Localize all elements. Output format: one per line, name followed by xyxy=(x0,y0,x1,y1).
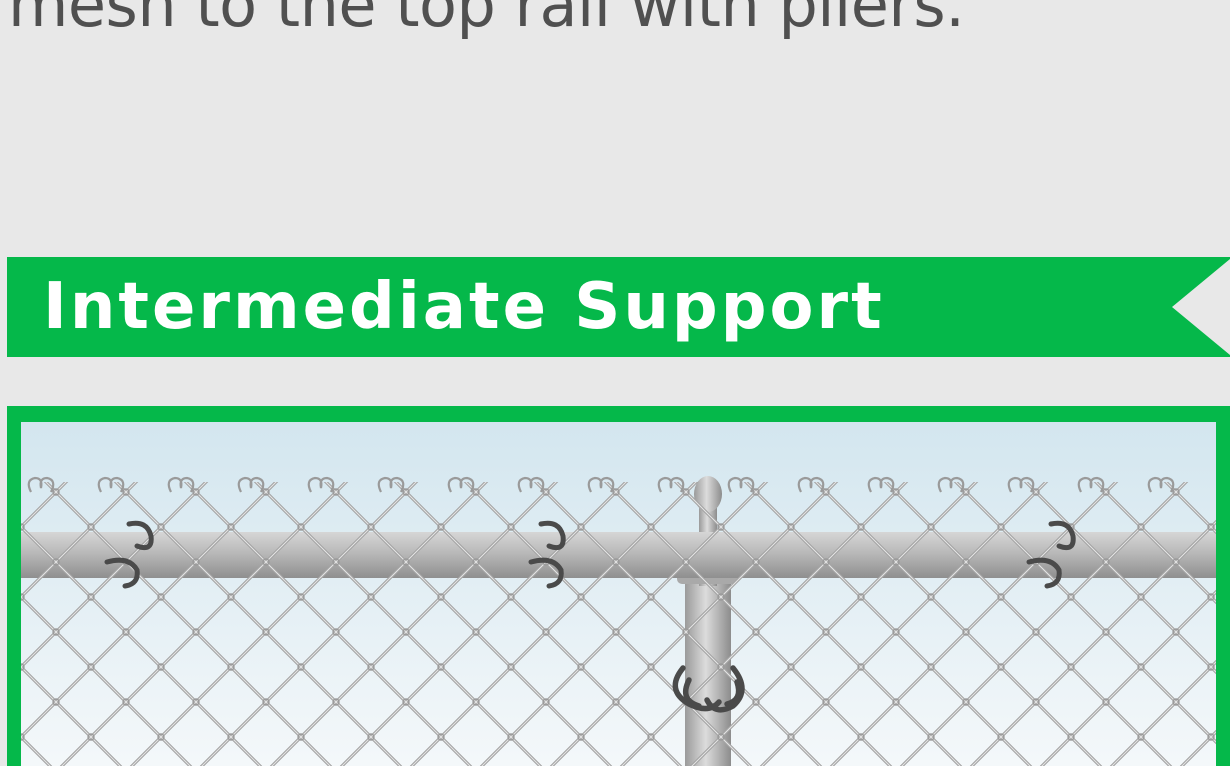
step-instruction-text: mesh to the top rail with pliers. xyxy=(8,0,965,41)
section-title: Intermediate Support xyxy=(43,270,885,344)
illustration-frame xyxy=(7,406,1230,766)
section-banner: Intermediate Support xyxy=(7,257,1230,357)
fence-illustration xyxy=(21,422,1216,766)
chain-link-mesh xyxy=(21,482,1216,766)
